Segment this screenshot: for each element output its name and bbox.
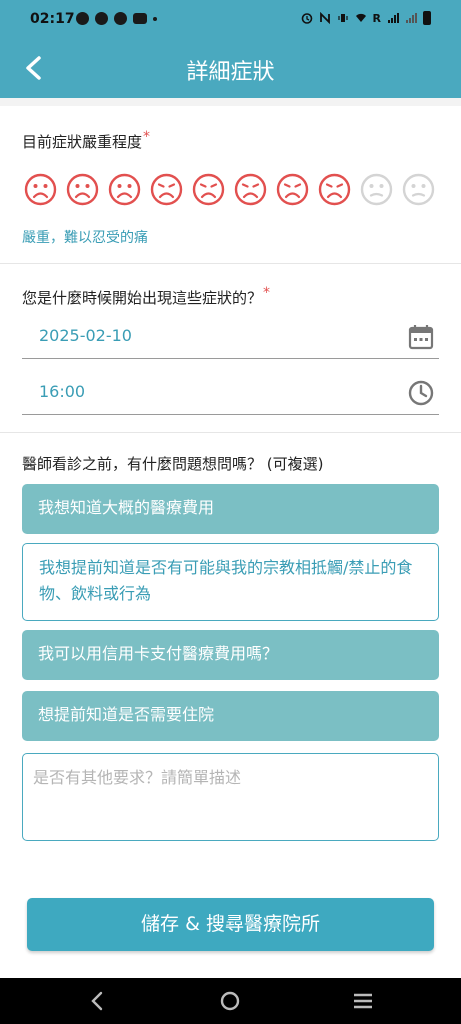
required-mark: * — [263, 285, 271, 301]
status-bar: 02:17 R — [0, 0, 461, 40]
severity-face-5-icon[interactable] — [192, 173, 225, 206]
line-notification-icon-2 — [114, 12, 127, 25]
more-notifications-dot — [153, 16, 157, 21]
severity-face-6-icon[interactable] — [234, 173, 267, 206]
questions-label: 醫師看診之前，有什麼問題想問嗎？ (可複選) — [22, 455, 324, 473]
alarm-icon — [301, 13, 312, 24]
wifi-icon — [355, 13, 366, 22]
roaming-label: R — [372, 11, 381, 25]
divider — [0, 263, 461, 264]
line-notification-icon — [95, 12, 108, 25]
time-field[interactable]: 16:00 — [22, 373, 439, 415]
divider — [0, 432, 461, 433]
nfc-icon — [319, 12, 330, 24]
app-bar: 詳細症狀 — [0, 40, 461, 98]
severity-face-1-icon[interactable] — [24, 173, 57, 206]
nav-recents-icon[interactable] — [350, 988, 376, 1014]
question-option-cost[interactable]: 我想知道大概的醫療費用 — [22, 484, 439, 534]
youtube-notification-icon — [133, 13, 147, 24]
date-field[interactable]: 2025-02-10 — [22, 317, 439, 359]
question-option-religion[interactable]: 我想提前知道是否有可能與我的宗教相抵觸/禁止的食物、飲料或行為 — [22, 543, 439, 621]
severity-face-8-icon[interactable] — [318, 173, 351, 206]
other-request-input[interactable]: 是否有其他要求？請簡單描述 — [22, 753, 439, 841]
date-value: 2025-02-10 — [39, 326, 132, 345]
system-icons: R — [301, 11, 431, 25]
battery-icon — [423, 11, 431, 25]
severity-label-text: 目前症狀嚴重程度 — [22, 133, 143, 151]
severity-face-7-icon[interactable] — [276, 173, 309, 206]
header-shadow-strip — [0, 98, 461, 106]
severity-face-9-icon[interactable] — [360, 173, 393, 206]
time-value: 16:00 — [39, 382, 86, 401]
severity-face-2-icon[interactable] — [66, 173, 99, 206]
severity-description: 嚴重，難以忍受的痛 — [22, 230, 148, 246]
status-time: 02:17 — [30, 11, 75, 27]
severity-face-4-icon[interactable] — [150, 173, 183, 206]
page-title: 詳細症狀 — [186, 60, 275, 85]
question-option-credit-card[interactable]: 我可以用信用卡支付醫療費用嗎？ — [22, 630, 439, 680]
nav-home-icon[interactable] — [217, 988, 243, 1014]
severity-face-10-icon[interactable] — [402, 173, 435, 206]
system-nav-bar — [0, 978, 461, 1024]
onset-label: 您是什麼時候開始出現這些症狀的？* — [22, 285, 271, 308]
signal-icon — [388, 13, 399, 23]
notification-icons — [76, 12, 157, 25]
question-option-hospitalization[interactable]: 想提前知道是否需要住院 — [22, 691, 439, 741]
calendar-icon[interactable] — [407, 323, 435, 351]
clock-icon[interactable] — [407, 379, 435, 407]
signal-icon-2 — [406, 13, 417, 23]
onset-label-text: 您是什麼時候開始出現這些症狀的？ — [22, 289, 263, 307]
severity-label: 目前症狀嚴重程度* — [22, 129, 151, 152]
vibrate-icon — [337, 14, 348, 22]
severity-face-3-icon[interactable] — [108, 173, 141, 206]
required-mark: * — [143, 129, 151, 145]
save-and-search-button[interactable]: 儲存 & 搜尋醫療院所 — [27, 898, 434, 951]
severity-scale — [24, 173, 435, 206]
nav-back-icon[interactable] — [84, 988, 110, 1014]
app-notification-icon — [76, 12, 89, 25]
